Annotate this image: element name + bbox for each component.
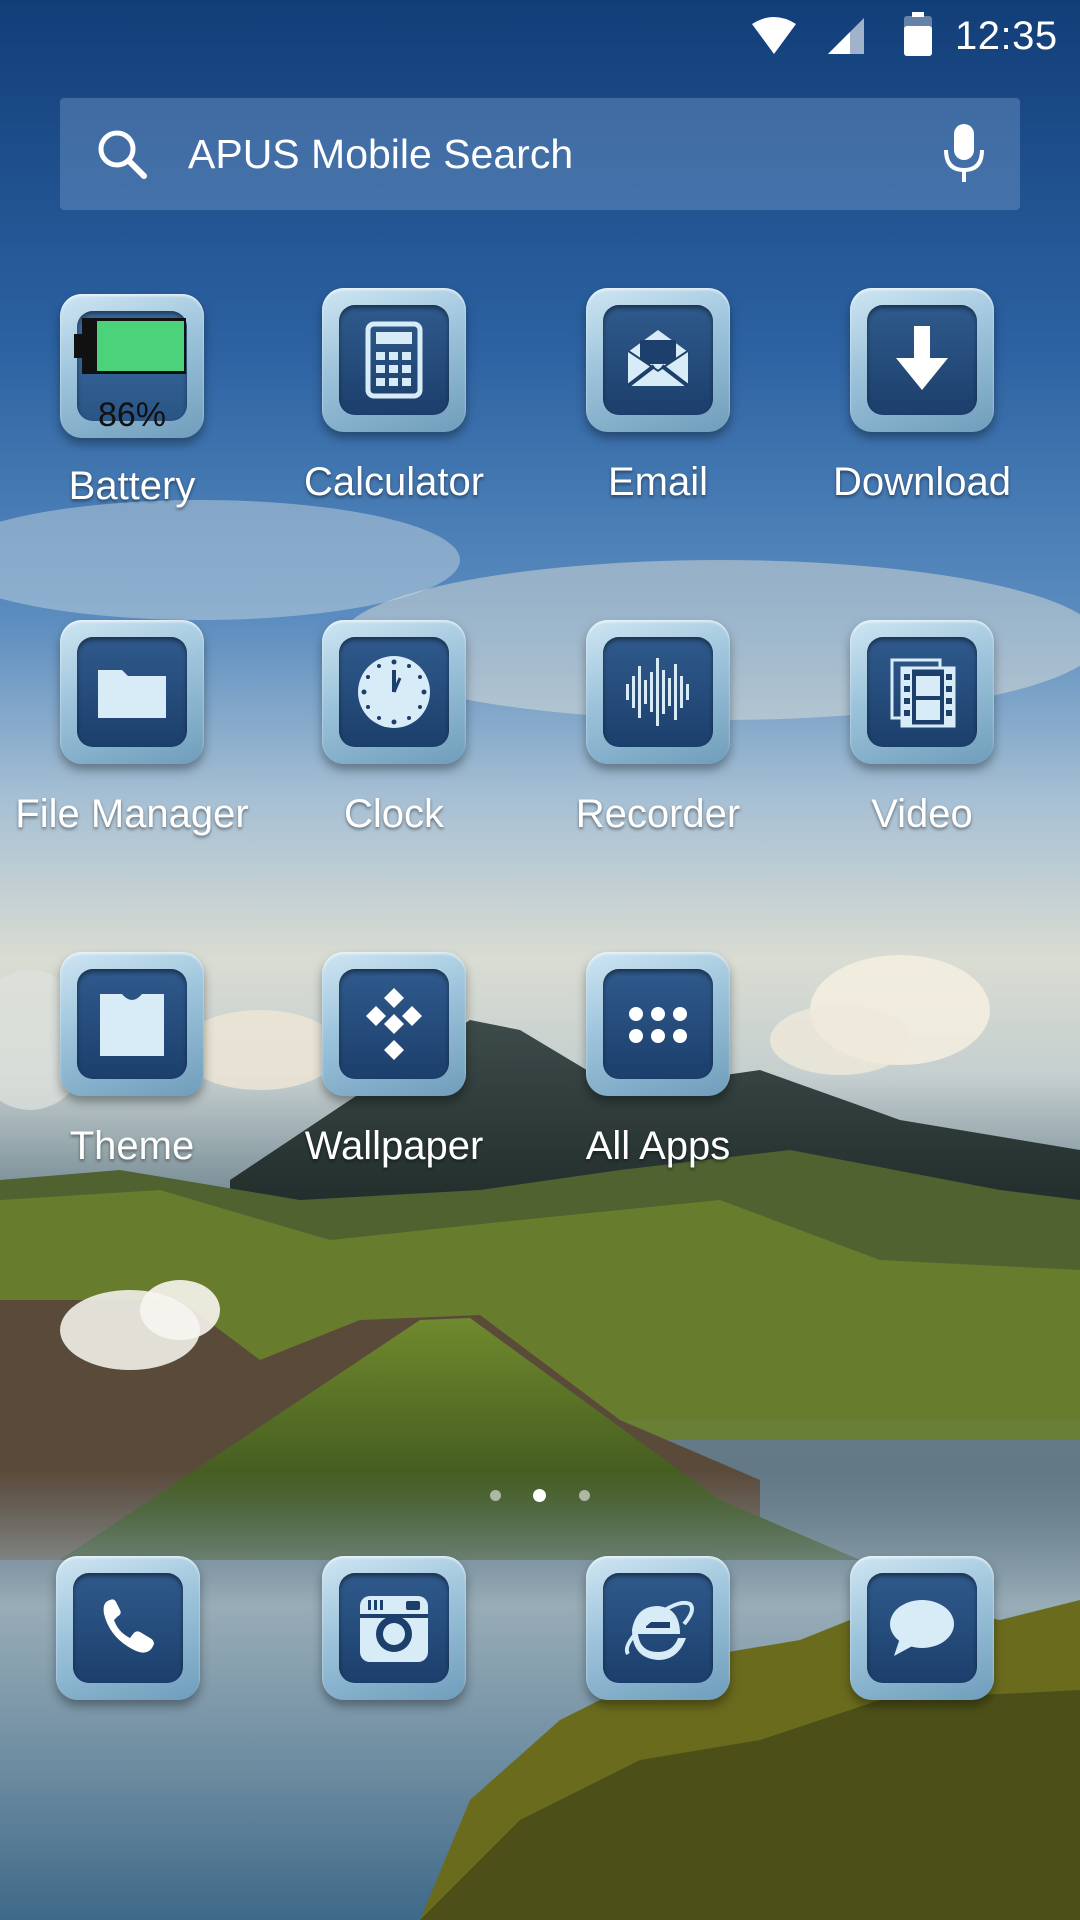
app-wallpaper[interactable]: Wallpaper [262,952,526,1192]
waveform-icon [626,658,689,726]
wallpaper-tile[interactable] [322,952,466,1096]
messages-tile-inner [867,1573,977,1683]
camera-icon [360,1596,428,1662]
browser-tile-inner [603,1573,713,1683]
status-bar: 12:35 [0,0,1080,72]
calculator-tile[interactable] [322,288,466,432]
calculator-icon [365,321,423,399]
status-time: 12:35 [955,14,1058,58]
clock-tile[interactable] [322,620,466,764]
email-tile-inner [603,305,713,415]
app-recorder[interactable]: Recorder [526,620,790,860]
app-label: Wallpaper [304,1124,484,1168]
dock-browser[interactable] [526,1556,790,1706]
app-label: All Apps [585,1124,731,1168]
file-manager-tile-inner [77,637,187,747]
search-input[interactable]: APUS Mobile Search [188,126,573,182]
folder-icon [98,670,166,718]
app-label: Video [871,792,973,836]
phone-tile-inner [73,1573,183,1683]
all-apps-tile[interactable] [586,952,730,1096]
page-dot-active[interactable] [533,1489,546,1502]
app-email[interactable]: Email [526,288,790,528]
app-clock[interactable]: Clock [262,620,526,860]
camera-tile[interactable] [322,1556,466,1700]
recorder-tile[interactable] [586,620,730,764]
browser-icon [625,1600,694,1660]
battery-icon [74,318,186,374]
wallpaper-tile-inner [339,969,449,1079]
camera-tile-inner [339,1573,449,1683]
page-dot[interactable] [490,1490,501,1501]
dock-phone[interactable] [0,1556,260,1706]
page-indicator [0,1486,1080,1506]
app-file-manager[interactable]: File Manager [0,620,264,860]
theme-tile[interactable] [60,952,204,1096]
clock-tile-inner [339,637,449,747]
recorder-tile-inner [603,637,713,747]
calculator-tile-inner [339,305,449,415]
mic-icon[interactable] [940,122,988,186]
shirt-icon [100,994,164,1056]
dock-camera[interactable] [262,1556,526,1706]
battery-icon [904,12,932,56]
download-arrow-icon [896,326,948,390]
battery-percent: 86% [97,396,167,434]
search-icon[interactable] [96,128,148,180]
messages-tile[interactable] [850,1556,994,1700]
battery-level-fill [97,321,184,371]
all-apps-tile-inner [603,969,713,1079]
download-tile-inner [867,305,977,415]
app-grid-icon [629,1007,687,1043]
envelope-icon [626,330,690,388]
phone-tile[interactable] [56,1556,200,1700]
browser-tile[interactable] [586,1556,730,1700]
app-download[interactable]: Download [790,288,1054,528]
battery-tile[interactable]: 86% [60,294,204,438]
theme-tile-inner [77,969,187,1079]
file-manager-tile[interactable] [60,620,204,764]
signal-icon [828,18,864,54]
app-battery[interactable]: 86% Battery [0,292,264,532]
diamond-grid-icon [366,988,422,1060]
app-theme[interactable]: Theme [0,952,264,1192]
app-label: Download [833,460,1011,504]
app-label: Recorder [575,792,741,836]
app-calculator[interactable]: Calculator [262,288,526,528]
app-label: Clock [343,792,445,836]
app-label: Email [607,460,709,504]
battery-tile-inner: 86% [74,311,187,433]
video-tile[interactable] [850,620,994,764]
page-dot[interactable] [579,1490,590,1501]
download-tile[interactable] [850,288,994,432]
phone-icon [103,1599,154,1653]
app-label: Calculator [303,460,485,504]
film-icon [890,658,956,728]
message-bubble-icon [890,1600,954,1656]
app-video[interactable]: Video [790,620,1054,860]
wifi-icon [752,17,796,54]
app-all-apps[interactable]: All Apps [526,952,790,1192]
clock-icon [358,656,430,728]
dock-messages[interactable] [790,1556,1054,1706]
video-tile-inner [867,637,977,747]
search-bar[interactable]: APUS Mobile Search [60,98,1020,210]
email-tile[interactable] [586,288,730,432]
